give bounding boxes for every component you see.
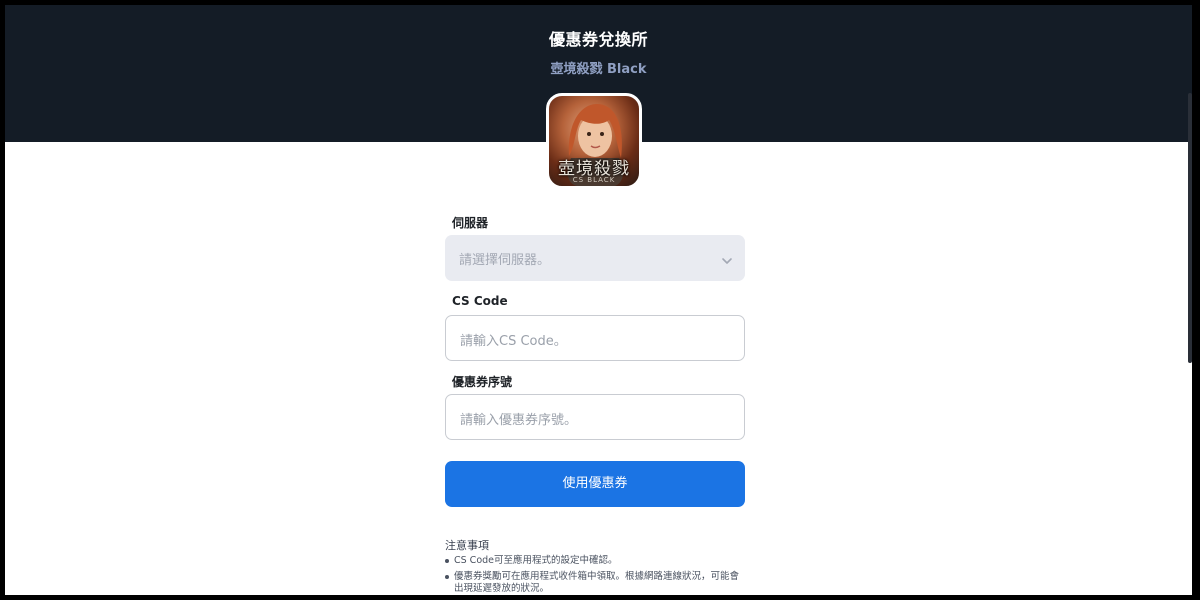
page-title: 優惠券兌換所 [548,30,648,49]
cs-code-input[interactable]: 請輸入CS Code。 [445,315,745,361]
logo-subtext: CS BLACK [572,176,616,184]
server-label: 伺服器 [452,216,489,230]
list-item: 優惠券獎勵可在應用程式收件箱中領取。根據網路連線狀況，可能會出現延遲發放的狀況。 [445,571,745,595]
server-placeholder: 請選擇伺服器。 [459,253,551,268]
cs-code-placeholder: 請輸入CS Code。 [460,334,567,349]
use-coupon-button[interactable]: 使用優惠券 [445,461,745,507]
scrollbar[interactable] [1188,93,1192,363]
coupon-input[interactable]: 請輸入優惠券序號。 [445,394,745,440]
notes-title: 注意事項 [445,539,489,552]
cs-code-label: CS Code [452,294,508,308]
chevron-down-icon [721,252,733,271]
notes-list: CS Code可至應用程式的設定中確認。 優惠券獎勵可在應用程式收件箱中領取。根… [445,555,745,595]
coupon-placeholder: 請輸入優惠券序號。 [460,413,578,428]
server-select[interactable]: 請選擇伺服器。 [445,235,745,281]
game-logo-icon: 壺境殺戮 CS BLACK [546,93,642,189]
list-item: CS Code可至應用程式的設定中確認。 [445,555,745,567]
page-frame: 優惠券兌換所 壺境殺戮 Black 壺境殺戮 CS BLACK 伺服器 請選擇伺… [5,5,1192,595]
game-name: 壺境殺戮 Black [550,62,647,77]
coupon-label: 優惠券序號 [452,375,513,389]
